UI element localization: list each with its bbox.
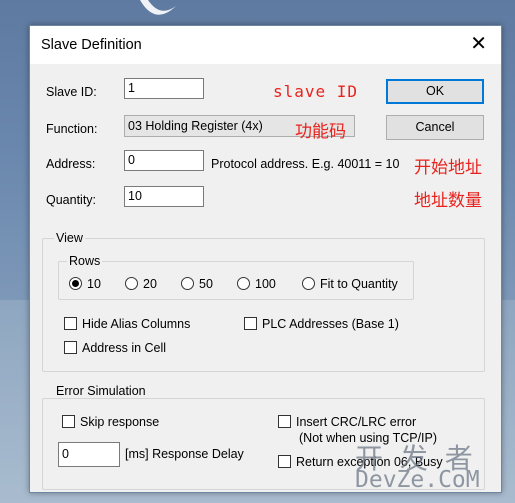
annotation-address: 开始地址 bbox=[414, 158, 482, 178]
title-bar: Slave Definition ✕ bbox=[30, 26, 501, 64]
skip-response-label: Skip response bbox=[80, 415, 160, 429]
address-in-cell-checkbox[interactable] bbox=[64, 341, 77, 354]
quantity-label: Quantity: bbox=[46, 193, 97, 207]
ok-button[interactable]: OK bbox=[386, 79, 484, 104]
rows-option-label: 20 bbox=[143, 277, 157, 291]
skip-response-checkbox[interactable] bbox=[62, 415, 75, 428]
rows-option-label: 50 bbox=[199, 277, 213, 291]
plc-addresses-label: PLC Addresses (Base 1) bbox=[262, 317, 399, 331]
address-in-cell-label: Address in Cell bbox=[82, 341, 167, 355]
rows-option-label: 10 bbox=[87, 277, 101, 291]
plc-addresses-checkbox[interactable] bbox=[244, 317, 257, 330]
response-delay-label: [ms] Response Delay bbox=[125, 447, 244, 461]
rows-option-label: Fit to Quantity bbox=[320, 277, 398, 291]
response-delay-input[interactable]: 0 bbox=[58, 442, 120, 467]
error-simulation-title: Error Simulation bbox=[54, 384, 148, 398]
annotation-slave-id: slave ID bbox=[273, 82, 359, 101]
return-exception-checkbox[interactable] bbox=[278, 455, 291, 468]
annotation-quantity: 地址数量 bbox=[414, 191, 482, 211]
rows-radio-10[interactable] bbox=[69, 277, 82, 290]
insert-crc-label: Insert CRC/LRC error bbox=[296, 415, 417, 429]
moon-decoration bbox=[140, 0, 176, 15]
slave-id-label: Slave ID: bbox=[46, 85, 97, 99]
insert-crc-checkbox[interactable] bbox=[278, 415, 291, 428]
cancel-button[interactable]: Cancel bbox=[386, 115, 484, 140]
rows-option-label: 100 bbox=[255, 277, 276, 291]
address-hint: Protocol address. E.g. 40011 = 10 bbox=[211, 157, 400, 171]
rows-radio-100[interactable] bbox=[237, 277, 250, 290]
rows-radio-20[interactable] bbox=[125, 277, 138, 290]
close-icon[interactable]: ✕ bbox=[470, 34, 487, 54]
annotation-function: 功能码 bbox=[295, 122, 346, 142]
dialog-title: Slave Definition bbox=[41, 37, 142, 53]
rows-radio-fit-to-quantity[interactable] bbox=[302, 277, 315, 290]
rows-radio-50[interactable] bbox=[181, 277, 194, 290]
quantity-input[interactable]: 10 bbox=[124, 186, 204, 207]
watermark-line2: DevZe.CoM bbox=[355, 467, 480, 493]
rows-group-title: Rows bbox=[67, 254, 103, 268]
address-input[interactable]: 0 bbox=[124, 150, 204, 171]
hide-alias-columns-checkbox[interactable] bbox=[64, 317, 77, 330]
function-label: Function: bbox=[46, 122, 98, 136]
slave-id-input[interactable]: 1 bbox=[124, 78, 204, 99]
hide-alias-columns-label: Hide Alias Columns bbox=[82, 317, 191, 331]
slave-definition-dialog: Slave Definition ✕ Slave ID: 1 slave ID … bbox=[29, 25, 502, 493]
view-group-title: View bbox=[54, 231, 85, 245]
address-label: Address: bbox=[46, 157, 96, 171]
